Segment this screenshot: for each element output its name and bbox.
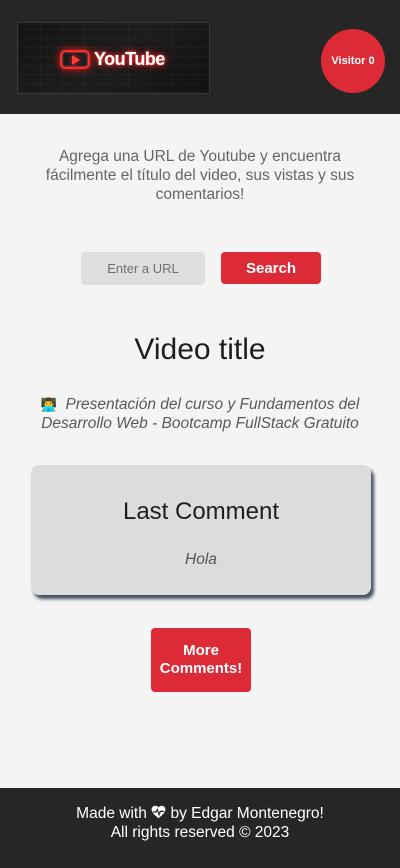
last-comment-text: Hola [185, 551, 217, 568]
footer: Made with by Edgar Montenegro! All right… [0, 788, 400, 868]
logo-text: YouTube [94, 49, 165, 69]
header: YouTube Visitor 0 [0, 0, 400, 114]
youtube-logo: YouTube [17, 22, 210, 94]
video-name: 👨‍💻 Presentación del curso y Fundamentos… [20, 395, 380, 433]
url-input[interactable] [81, 252, 205, 285]
video-title-heading: Video title [134, 333, 266, 366]
youtube-play-icon [60, 50, 90, 69]
search-button[interactable]: Search [221, 252, 321, 284]
footer-author: by Edgar Montenegro! [170, 805, 324, 822]
intro-text: Agrega una URL de Youtube y encuentra fá… [45, 148, 355, 203]
last-comment-heading: Last Comment [122, 498, 280, 525]
last-comment-card: Last Comment Hola [31, 465, 371, 595]
heart-icon [151, 805, 166, 819]
visitor-counter-badge: Visitor 0 [321, 29, 385, 93]
technologist-emoji-icon: 👨‍💻 [40, 397, 57, 412]
footer-copyright: All rights reserved © 2023 [110, 824, 290, 841]
page: YouTube Visitor 0 Agrega una URL de Yout… [0, 0, 400, 868]
footer-made-with: Made with [76, 805, 147, 822]
video-name-text: Presentación del curso y Fundamentos del… [41, 396, 360, 432]
more-comments-button[interactable]: More Comments! [151, 628, 251, 692]
footer-credit: Made with by Edgar Montenegro! [0, 804, 400, 823]
